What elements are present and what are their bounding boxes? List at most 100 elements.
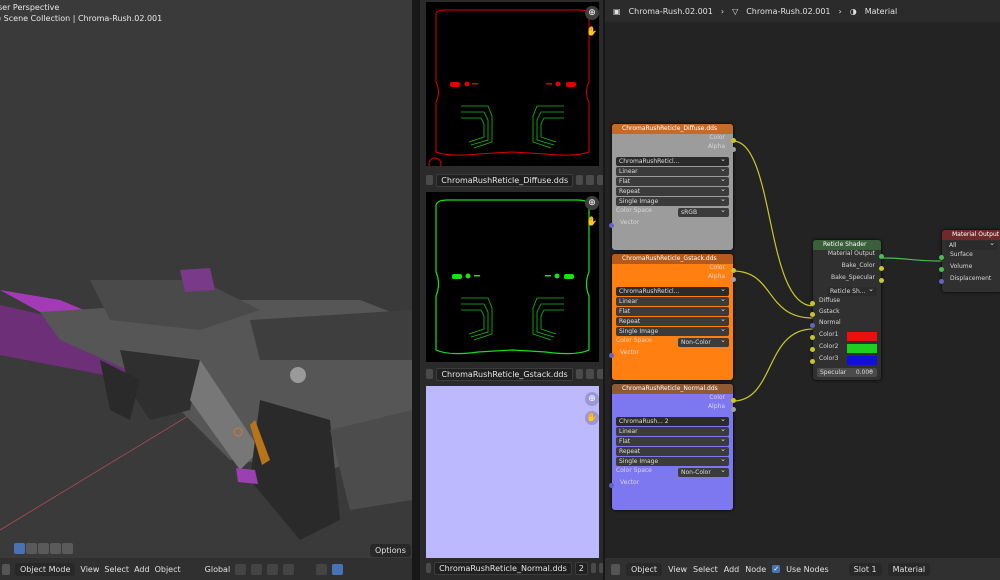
output-bake-color-socket[interactable] xyxy=(879,266,884,271)
zoom-icon[interactable]: ⊕ xyxy=(585,392,599,406)
input-color2-socket[interactable] xyxy=(810,347,815,352)
options-dropdown[interactable]: Options xyxy=(370,544,411,557)
transform-orientation-dropdown[interactable]: Global xyxy=(205,565,231,574)
menu-object[interactable]: Object xyxy=(155,565,181,574)
material-dropdown[interactable]: Material xyxy=(887,562,931,576)
pan-hand-icon[interactable]: ✋ xyxy=(585,215,599,229)
select-invert-icon[interactable] xyxy=(50,543,61,554)
input-displacement-socket[interactable] xyxy=(939,279,944,284)
input-normal-socket[interactable] xyxy=(810,323,815,328)
projection-dropdown[interactable]: Flat xyxy=(616,175,729,186)
shader-node-editor[interactable]: ▣ Chroma-Rush.02.001 › ▽ Chroma-Rush.02.… xyxy=(605,0,1000,580)
projection-dropdown[interactable]: Flat xyxy=(616,305,729,316)
color-space-dropdown[interactable]: Non-Color xyxy=(678,336,729,347)
node-title[interactable]: ChromaRushReticle_Gstack.dds xyxy=(612,254,733,264)
color3-swatch[interactable] xyxy=(847,356,877,365)
color2-swatch[interactable] xyxy=(847,344,877,353)
image-name-field[interactable]: ChromaRushReticle_Normal.dds xyxy=(434,561,572,575)
menu-node[interactable]: Node xyxy=(745,565,766,574)
extension-dropdown[interactable]: Repeat xyxy=(616,185,729,196)
input-surface-socket[interactable] xyxy=(939,255,944,260)
input-vector-socket[interactable] xyxy=(609,223,614,228)
menu-view[interactable]: View xyxy=(80,565,99,574)
pivot-icon[interactable] xyxy=(235,563,247,575)
area-divider[interactable] xyxy=(412,0,420,580)
reticle-shader-group-node[interactable]: Reticle Shader Material Output Bake_Colo… xyxy=(810,240,884,380)
menu-view[interactable]: View xyxy=(668,565,687,574)
input-volume-socket[interactable] xyxy=(939,267,944,272)
source-dropdown[interactable]: Single Image xyxy=(616,195,729,206)
menu-add[interactable]: Add xyxy=(134,565,150,574)
fake-user-icon[interactable] xyxy=(590,563,596,573)
menu-select[interactable]: Select xyxy=(104,565,129,574)
source-dropdown[interactable]: Single Image xyxy=(616,455,729,466)
3d-viewport[interactable]: ser Perspective ) Scene Collection | Chr… xyxy=(0,0,412,580)
menu-select[interactable]: Select xyxy=(693,565,718,574)
select-intersect-icon[interactable] xyxy=(62,543,73,554)
input-vector-socket[interactable] xyxy=(609,483,614,488)
object-type-dropdown[interactable]: Object xyxy=(626,562,663,576)
slot-dropdown[interactable]: Slot 1 xyxy=(848,562,882,576)
image-editor-gstack[interactable]: ⊕ ✋ ChromaRushReticle_Gstack.dds xyxy=(420,190,605,382)
new-image-icon[interactable] xyxy=(586,175,594,185)
menu-add[interactable]: Add xyxy=(724,565,740,574)
image-editor-diffuse[interactable]: ⊕ ✋ ChromaRushReticle_Diffuse.dds xyxy=(420,0,605,190)
image-editor-normal[interactable]: ⊕ ✋ ChromaRushReticle_Normal.dds 2 xyxy=(420,382,605,580)
image-texture-node-normal[interactable]: ChromaRushReticle_Normal.dds Color Alpha… xyxy=(609,384,736,510)
image-browse-icon[interactable] xyxy=(426,175,434,185)
zoom-icon[interactable]: ⊕ xyxy=(585,196,599,210)
proportional-edit-icon[interactable] xyxy=(267,563,279,575)
image-users-count[interactable]: 2 xyxy=(574,561,588,575)
image-selector[interactable]: ChromaRush... 2 xyxy=(616,415,729,426)
select-box-icon[interactable] xyxy=(14,543,25,554)
interpolation-dropdown[interactable]: Linear xyxy=(616,425,729,436)
input-color3-socket[interactable] xyxy=(810,359,815,364)
interpolation-dropdown[interactable]: Linear xyxy=(616,295,729,306)
output-alpha-socket[interactable] xyxy=(731,277,736,282)
output-bake-specular-socket[interactable] xyxy=(879,278,884,283)
pan-hand-icon[interactable]: ✋ xyxy=(585,25,599,39)
zoom-icon[interactable]: ⊕ xyxy=(585,6,599,20)
snap-icon[interactable] xyxy=(251,563,263,575)
image-name-field[interactable]: ChromaRushReticle_Diffuse.dds xyxy=(436,173,574,187)
material-output-node[interactable]: Material Output All Surface Volume Displ… xyxy=(939,230,1000,292)
input-color1-socket[interactable] xyxy=(810,335,815,340)
color1-swatch[interactable] xyxy=(847,332,877,341)
color-space-dropdown[interactable]: sRGB xyxy=(678,206,729,217)
node-title[interactable]: ChromaRushReticle_Normal.dds xyxy=(612,384,733,394)
editor-type-icon[interactable] xyxy=(2,563,10,575)
specular-field[interactable]: Specular 0.000 xyxy=(817,366,877,377)
image-texture-node-gstack[interactable]: ChromaRushReticle_Gstack.dds Color Alpha… xyxy=(609,254,736,380)
input-vector-socket[interactable] xyxy=(609,353,614,358)
color-space-dropdown[interactable]: Non-Color xyxy=(678,466,729,477)
gizmo-icon[interactable] xyxy=(332,563,344,575)
output-alpha-socket[interactable] xyxy=(731,147,736,152)
image-texture-node-diffuse[interactable]: ChromaRushReticle_Diffuse.dds Color Alph… xyxy=(609,124,736,250)
fake-user-icon[interactable] xyxy=(576,175,584,185)
image-selector[interactable]: ChromaRushReticl... xyxy=(616,155,729,166)
new-image-icon[interactable] xyxy=(586,369,594,379)
output-material-socket[interactable] xyxy=(879,254,884,259)
projection-dropdown[interactable]: Flat xyxy=(616,435,729,446)
checkbox-checked-icon[interactable]: ✓ xyxy=(772,565,781,573)
fake-user-icon[interactable] xyxy=(575,369,584,379)
image-name-field[interactable]: ChromaRushReticle_Gstack.dds xyxy=(436,367,573,381)
extension-dropdown[interactable]: Repeat xyxy=(616,445,729,456)
visibility-icon[interactable] xyxy=(316,563,328,575)
node-title[interactable]: ChromaRushReticle_Diffuse.dds xyxy=(612,124,733,134)
select-subtract-icon[interactable] xyxy=(38,543,49,554)
falloff-icon[interactable] xyxy=(283,563,295,575)
node-title[interactable]: Reticle Shader xyxy=(813,240,881,250)
interpolation-dropdown[interactable]: Linear xyxy=(616,165,729,176)
extension-dropdown[interactable]: Repeat xyxy=(616,315,729,326)
input-diffuse-socket[interactable] xyxy=(810,301,815,306)
image-selector[interactable]: ChromaRushReticl... xyxy=(616,285,729,296)
node-group-selector[interactable]: Reticle Sh... xyxy=(827,285,877,296)
target-dropdown[interactable]: All xyxy=(946,239,998,250)
image-browse-icon[interactable] xyxy=(426,563,432,573)
input-gstack-socket[interactable] xyxy=(810,312,815,317)
pan-hand-icon[interactable]: ✋ xyxy=(585,411,599,425)
editor-type-icon[interactable] xyxy=(611,563,620,575)
select-extend-icon[interactable] xyxy=(26,543,37,554)
source-dropdown[interactable]: Single Image xyxy=(616,325,729,336)
